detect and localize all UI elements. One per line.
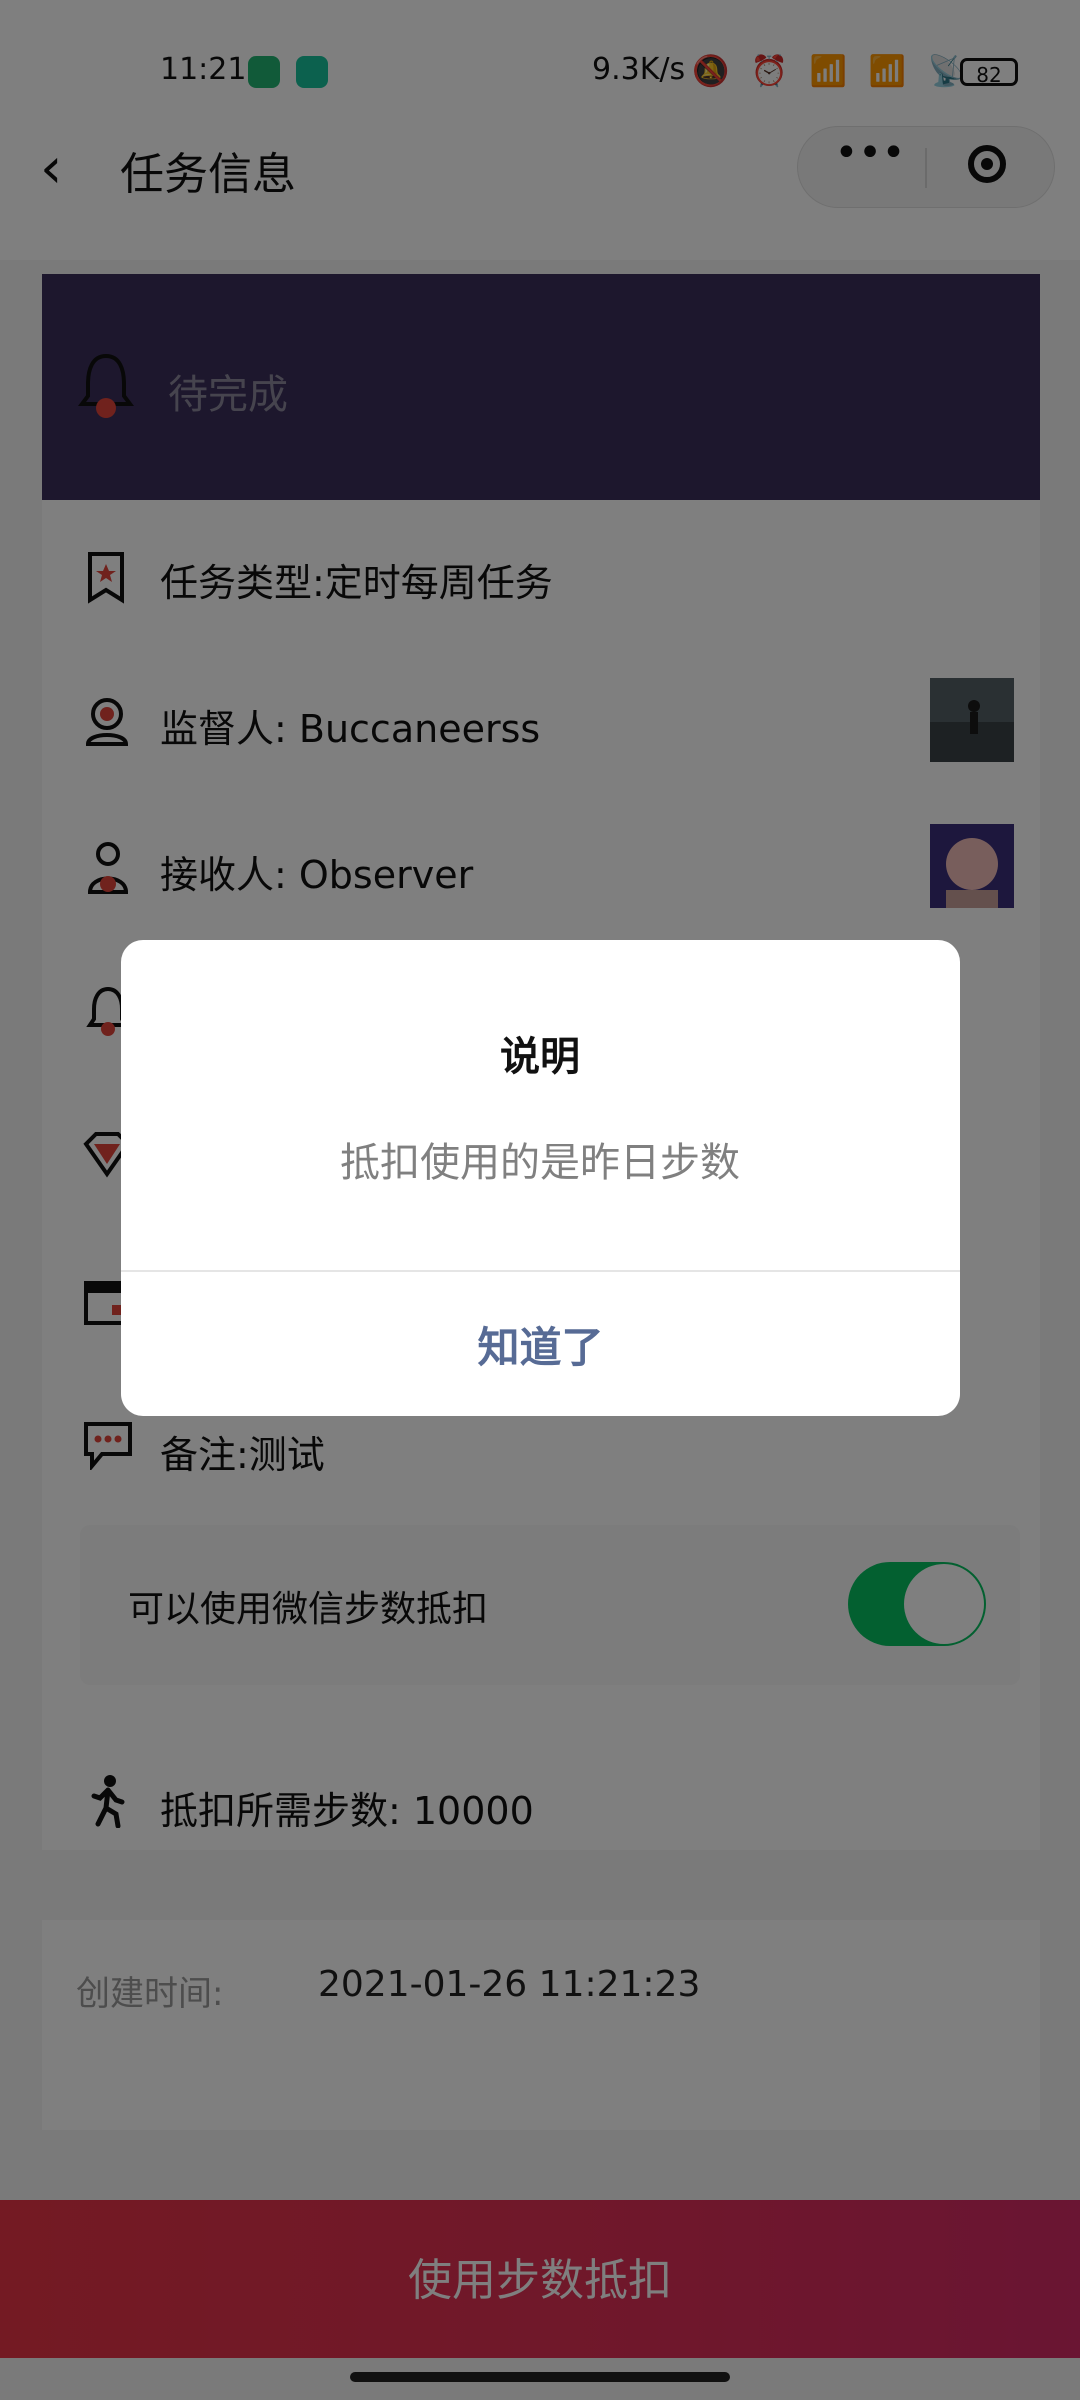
- dialog-message: 抵扣使用的是昨日步数: [340, 1140, 740, 1186]
- home-indicator[interactable]: [350, 2372, 730, 2382]
- dialog-title: 说明: [500, 1034, 580, 1080]
- dialog-confirm-button[interactable]: 知道了: [121, 1272, 960, 1416]
